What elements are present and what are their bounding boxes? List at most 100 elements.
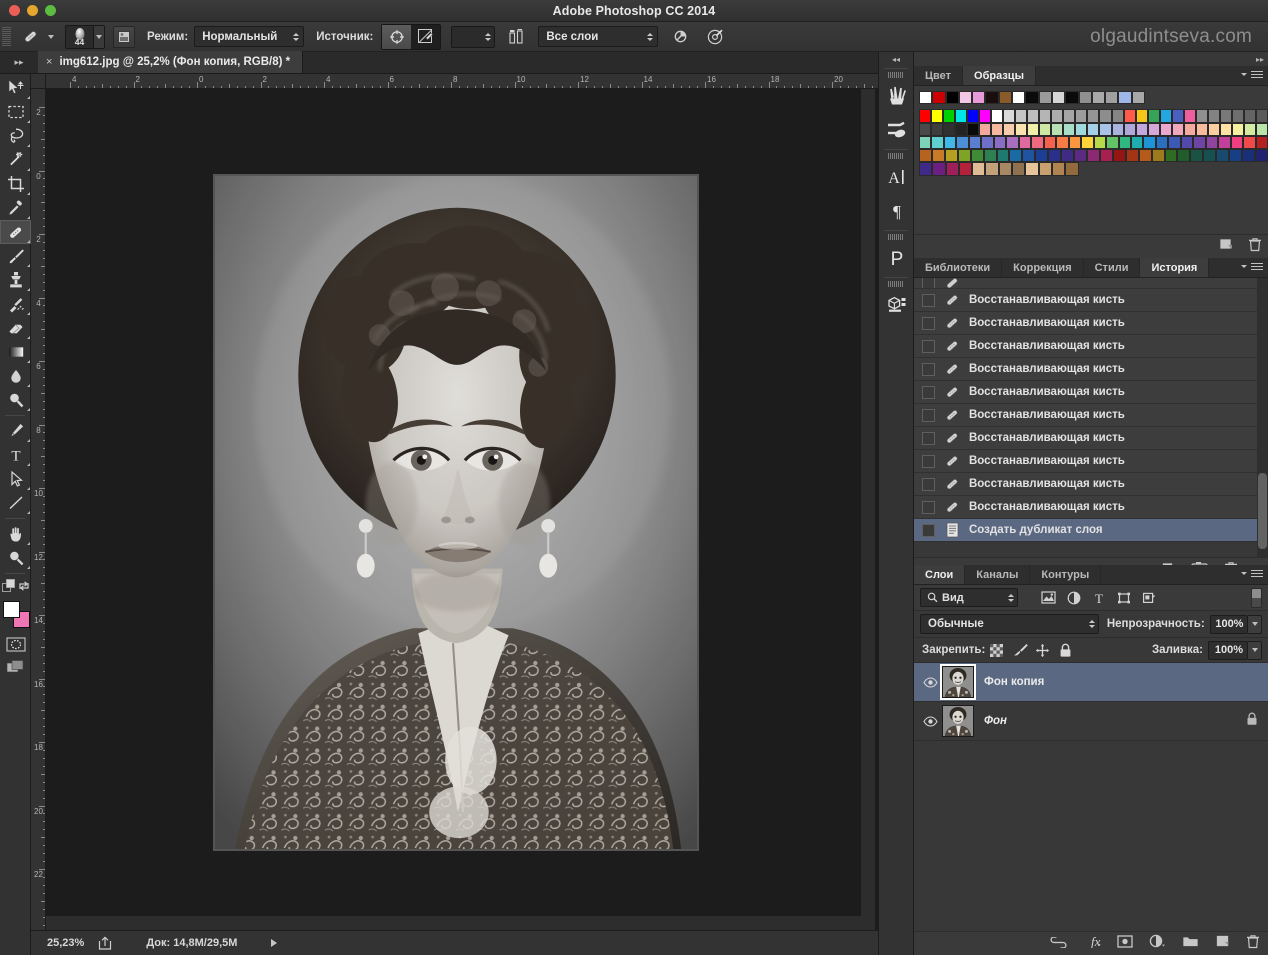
delete-layer-icon[interactable] [1246, 934, 1260, 954]
canvas-vertical-scrollbar[interactable] [861, 89, 875, 930]
color-swatch-cell[interactable] [1065, 91, 1079, 105]
history-item[interactable]: Восстанавливающая кисть [914, 427, 1268, 450]
foreground-color-swatch[interactable] [3, 601, 20, 618]
add-layer-mask-icon[interactable] [1117, 934, 1133, 953]
filter-pixel-icon[interactable] [1036, 587, 1061, 609]
history-state-checkbox[interactable] [922, 454, 935, 468]
new-group-icon[interactable] [1182, 935, 1199, 953]
history-item[interactable]: Восстанавливающая кисть [914, 289, 1268, 312]
color-swatch-cell[interactable] [1255, 135, 1268, 150]
color-swatch-cell[interactable] [919, 149, 932, 163]
color-swatch-cell[interactable] [1231, 122, 1244, 136]
color-swatch-cell[interactable] [931, 109, 944, 123]
color-swatch-cell[interactable] [1207, 122, 1220, 136]
paragraph-pilcrow-icon[interactable]: ¶ [879, 194, 915, 228]
brushes-icon[interactable] [879, 79, 915, 113]
history-state-checkbox[interactable] [922, 385, 935, 399]
color-swatch-cell[interactable] [1063, 109, 1076, 123]
history-item[interactable]: Создать дубликат слоя [914, 519, 1268, 542]
properties-P-icon[interactable]: P [879, 241, 915, 275]
zoom-level[interactable]: 25,23% [47, 937, 84, 949]
color-swatch-cell[interactable] [943, 135, 957, 150]
layer-visibility-toggle[interactable] [918, 715, 942, 727]
document-image[interactable] [213, 174, 699, 851]
color-swatch-cell[interactable] [1125, 149, 1139, 163]
color-swatch-cell[interactable] [1231, 109, 1244, 123]
color-swatch-cell[interactable] [945, 162, 959, 176]
tool-path-selection-tool[interactable] [0, 467, 31, 491]
lock-position-icon[interactable] [1031, 640, 1054, 660]
tool-gradient-tool[interactable] [0, 340, 31, 364]
color-swatch-cell[interactable] [996, 149, 1010, 163]
new-layer-icon[interactable] [1215, 934, 1230, 953]
color-swatch-cell[interactable] [1051, 109, 1064, 123]
color-swatch-cell[interactable] [958, 91, 973, 105]
expand-panels-icon[interactable]: ▸▸ [1256, 52, 1264, 66]
color-swatch-cell[interactable] [1012, 91, 1026, 105]
color-swatch-cell[interactable] [1254, 149, 1268, 163]
color-swatch-cell[interactable] [1093, 135, 1107, 150]
color-swatch-cell[interactable] [970, 149, 984, 163]
color-swatch-cell[interactable] [1183, 109, 1196, 123]
color-swatch-cell[interactable] [1205, 135, 1219, 150]
color-swatch-cell[interactable] [1243, 122, 1256, 136]
layer-blend-mode-select[interactable]: Обычные [920, 614, 1099, 634]
color-swatch-cell[interactable] [1099, 149, 1113, 163]
color-swatch-cell[interactable] [919, 109, 932, 123]
color-swatch-cell[interactable] [1074, 149, 1087, 163]
color-swatch-cell[interactable] [1056, 135, 1069, 150]
color-swatch-cell[interactable] [1147, 109, 1160, 123]
color-swatch-cell[interactable] [1018, 135, 1032, 150]
history-state-checkbox[interactable] [922, 431, 935, 445]
color-swatch-cell[interactable] [919, 135, 932, 150]
new-swatch-icon[interactable] [1219, 237, 1234, 257]
history-state-checkbox[interactable] [922, 523, 935, 537]
color-swatch-cell[interactable] [1219, 122, 1232, 136]
tablet-pressure-icon[interactable] [702, 25, 728, 49]
tab-adjustments[interactable]: Коррекция [1002, 258, 1084, 277]
tab-color[interactable]: Цвет [914, 66, 964, 85]
horizontal-ruler[interactable]: 4 2 0 2 4 6 8 10 12 14 16 18 20 [46, 74, 878, 89]
tool-lasso-tool[interactable] [0, 124, 31, 148]
history-state-checkbox[interactable] [922, 316, 935, 330]
color-swatch-cell[interactable] [1022, 149, 1036, 163]
tab-libraries[interactable]: Библиотеки [914, 258, 1003, 277]
tool-clone-stamp-tool[interactable] [0, 268, 31, 292]
color-swatch-cell[interactable] [1111, 109, 1124, 123]
canvas-horizontal-scrollbar[interactable] [46, 916, 861, 930]
layer-visibility-toggle[interactable] [918, 676, 942, 688]
tool-hand-tool[interactable] [0, 522, 31, 546]
color-swatch-cell[interactable] [956, 135, 969, 150]
color-swatch-cell[interactable] [1048, 149, 1062, 163]
color-swatch-cell[interactable] [1219, 109, 1232, 123]
color-swatch-cell[interactable] [1216, 149, 1230, 163]
tool-eyedropper-tool[interactable] [0, 196, 31, 220]
source-sample-icon[interactable] [411, 25, 440, 49]
layers-list[interactable]: Фон копия Фон [914, 663, 1268, 741]
color-swatch-cell[interactable] [1183, 122, 1196, 136]
color-swatch-cell[interactable] [1143, 135, 1156, 150]
character-A-icon[interactable]: A [879, 160, 915, 194]
collapse-panels-icon[interactable]: ◂◂ [879, 52, 913, 66]
history-state-checkbox[interactable] [922, 362, 935, 376]
panel-menu-icon[interactable] [1241, 69, 1263, 80]
alignment-histogram-icon[interactable] [504, 25, 530, 49]
color-swatch-cell[interactable] [1171, 109, 1184, 123]
tab-styles[interactable]: Стили [1084, 258, 1141, 277]
color-swatch-cell[interactable] [1039, 109, 1052, 123]
color-swatch-cell[interactable] [1147, 122, 1160, 136]
color-swatch-cell[interactable] [981, 135, 994, 150]
color-swatch-cell[interactable] [1078, 91, 1092, 105]
color-swatch-cell[interactable] [931, 149, 945, 163]
color-swatch-cell[interactable] [1068, 135, 1082, 150]
3d-cube-icon[interactable] [879, 288, 915, 322]
layer-thumbnail[interactable] [940, 664, 976, 700]
brush-panel-icon[interactable] [113, 25, 135, 48]
color-swatch-cell[interactable] [944, 149, 958, 163]
color-swatch-cell[interactable] [955, 122, 968, 136]
color-swatch-cell[interactable] [1038, 162, 1052, 176]
tab-history[interactable]: История [1140, 258, 1210, 277]
color-swatch-cell[interactable] [991, 122, 1004, 136]
color-swatch-cell[interactable] [1087, 109, 1100, 123]
tool-marquee-tool[interactable] [0, 100, 31, 124]
